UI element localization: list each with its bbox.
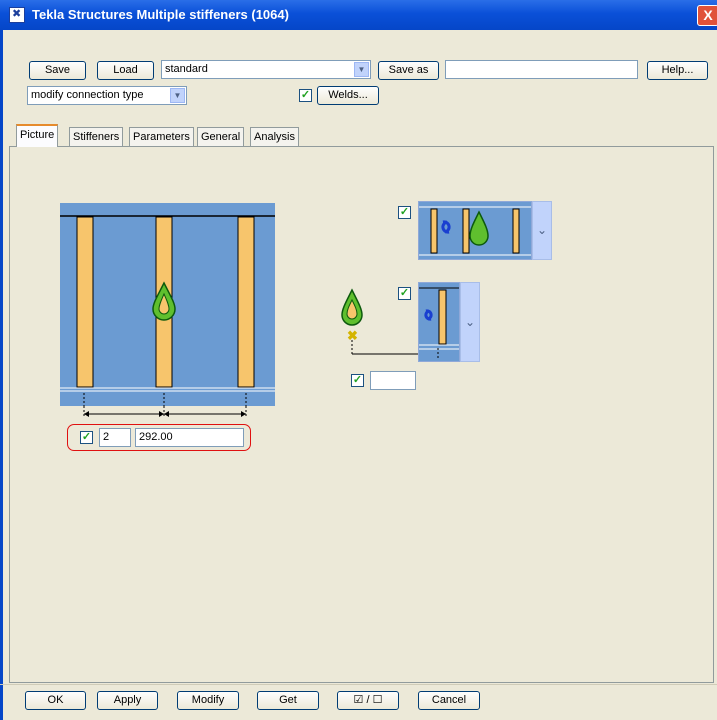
stiffener-count-input[interactable]: 2 [99, 428, 131, 447]
symbol-icon [341, 288, 363, 326]
offset-symbol-diagram: ✖ [341, 288, 439, 360]
stiffener-spacing-input[interactable]: 292.00 [135, 428, 244, 447]
save-as-name-input[interactable] [445, 60, 638, 79]
offset-value-checkbox[interactable]: ✓ [351, 374, 364, 387]
tab-stiffeners[interactable]: Stiffeners [69, 127, 124, 146]
preset-value: standard [165, 63, 208, 75]
stiffener-left [76, 216, 94, 388]
tab-general[interactable]: General [197, 127, 245, 146]
apply-button[interactable]: Apply [97, 691, 158, 710]
load-button[interactable]: Load [97, 61, 154, 80]
ok-button[interactable]: OK [25, 691, 86, 710]
help-button[interactable]: Help... [647, 61, 708, 80]
layout-preview [419, 202, 531, 259]
welds-button[interactable]: Welds... [317, 86, 379, 105]
modify-button[interactable]: Modify [177, 691, 239, 710]
save-as-button[interactable]: Save as [378, 61, 439, 80]
app-icon [9, 7, 25, 23]
connection-type-value: modify connection type [31, 89, 144, 101]
connection-type-combo[interactable]: modify connection type ▼ [27, 86, 187, 105]
chevron-down-icon[interactable]: ⌄ [532, 201, 552, 260]
toggle-all-button[interactable]: ☑ / ☐ [337, 691, 399, 710]
stiffener-layout-diagram [60, 203, 275, 406]
preset-combo[interactable]: standard ▼ [161, 60, 371, 79]
cancel-button[interactable]: Cancel [418, 691, 480, 710]
window-title: Tekla Structures Multiple stiffeners (10… [32, 7, 289, 22]
layout-checkbox[interactable]: ✓ [398, 206, 411, 219]
get-button[interactable]: Get [257, 691, 319, 710]
count-checkbox[interactable]: ✓ [80, 431, 93, 444]
save-button[interactable]: Save [29, 61, 86, 80]
offset-value-input[interactable] [370, 371, 416, 390]
chevron-down-icon[interactable]: ▼ [170, 88, 185, 103]
welds-checkbox[interactable]: ✓ [299, 89, 312, 102]
tab-analysis[interactable]: Analysis [250, 127, 299, 146]
layout-thumbnail[interactable] [418, 201, 532, 260]
chevron-down-icon[interactable]: ⌄ [460, 282, 480, 362]
chevron-down-icon[interactable]: ▼ [354, 62, 369, 77]
window-frame [0, 30, 3, 720]
close-icon[interactable]: X [697, 5, 717, 26]
tab-parameters[interactable]: Parameters [129, 127, 194, 146]
dimension-extension [83, 406, 247, 417]
stiffener-right [237, 216, 255, 388]
tab-picture[interactable]: Picture [16, 124, 59, 147]
title-bar: Tekla Structures Multiple stiffeners (10… [0, 0, 717, 30]
footer-separator [0, 684, 717, 685]
